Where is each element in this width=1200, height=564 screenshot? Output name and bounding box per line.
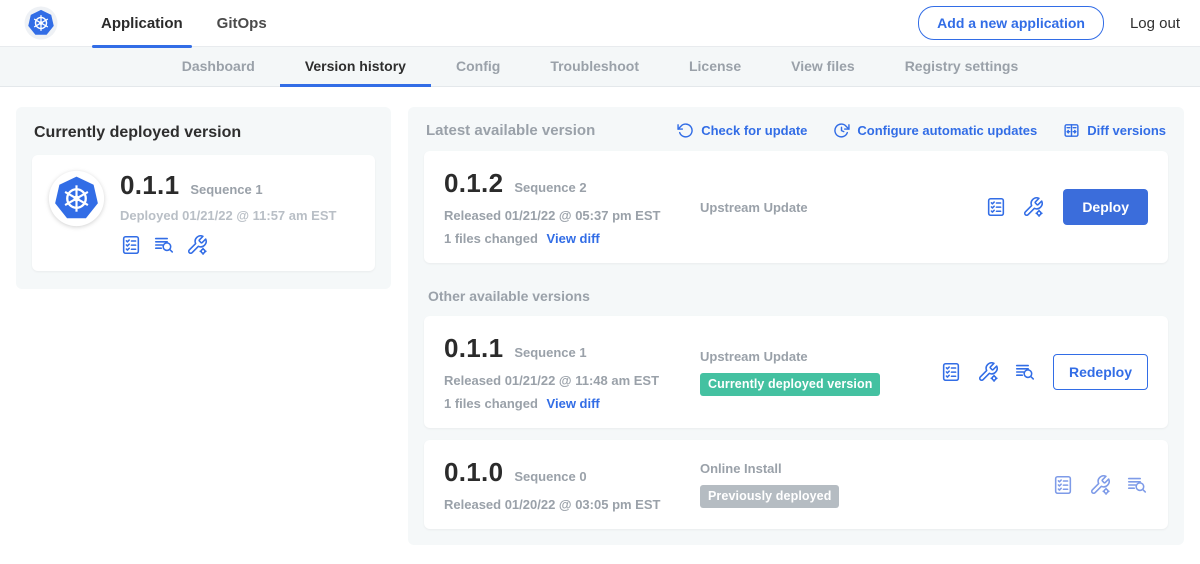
currently-deployed-badge: Currently deployed version	[700, 373, 880, 396]
version-row-0-1-1: 0.1.1 Sequence 1 Released 01/21/22 @ 11:…	[424, 316, 1168, 428]
main-content: Currently deployed version 0.1.1 Sequenc…	[0, 87, 1200, 545]
diff-icon	[1063, 122, 1080, 139]
current-sequence-label: Sequence 1	[190, 182, 262, 197]
subnav-tab-view-files[interactable]: View files	[766, 47, 880, 87]
version-source: Upstream Update	[700, 200, 985, 215]
tab-application[interactable]: Application	[84, 0, 200, 47]
current-version-info: 0.1.1 Sequence 1 Deployed 01/21/22 @ 11:…	[120, 170, 336, 256]
version-number: 0.1.2	[444, 168, 503, 199]
latest-available-title: Latest available version	[426, 122, 595, 139]
version-row-0-1-2: 0.1.2 Sequence 2 Released 01/21/22 @ 05:…	[424, 151, 1168, 263]
subnav-tab-license[interactable]: License	[664, 47, 766, 87]
edit-config-icon[interactable]	[977, 361, 999, 383]
source-label: Online Install	[700, 461, 1052, 476]
files-changed-label: 1 files changed	[444, 396, 538, 411]
app-kubernetes-icon	[48, 170, 105, 227]
current-version-card: 0.1.1 Sequence 1 Deployed 01/21/22 @ 11:…	[32, 155, 375, 271]
version-source: Upstream Update Currently deployed versi…	[700, 349, 940, 396]
currently-deployed-panel: Currently deployed version 0.1.1 Sequenc…	[16, 107, 391, 289]
version-row-0-1-0: 0.1.0 Sequence 0 Released 01/20/22 @ 03:…	[424, 440, 1168, 529]
edit-config-icon[interactable]	[186, 234, 208, 256]
subnav-tab-registry-settings[interactable]: Registry settings	[880, 47, 1044, 87]
diff-versions-link[interactable]: Diff versions	[1063, 122, 1166, 139]
current-version-number: 0.1.1	[120, 170, 179, 201]
version-number: 0.1.1	[444, 333, 503, 364]
latest-available-header: Latest available version Check for updat…	[424, 120, 1168, 151]
version-history-panel: Latest available version Check for updat…	[408, 107, 1184, 545]
released-timestamp: Released 01/20/22 @ 03:05 pm EST	[444, 497, 700, 512]
logout-button[interactable]: Log out	[1128, 11, 1182, 36]
view-logs-icon[interactable]	[1126, 474, 1148, 496]
view-diff-link[interactable]: View diff	[547, 396, 600, 411]
view-logs-icon[interactable]	[1014, 361, 1036, 383]
app-subnav: Dashboard Version history Config Trouble…	[0, 47, 1200, 87]
edit-config-icon[interactable]	[1089, 474, 1111, 496]
sequence-label: Sequence 0	[514, 469, 586, 484]
currently-deployed-title: Currently deployed version	[34, 124, 373, 142]
view-diff-link[interactable]: View diff	[547, 231, 600, 246]
current-deployed-timestamp: Deployed 01/21/22 @ 11:57 am EST	[120, 208, 336, 223]
subnav-tab-config[interactable]: Config	[431, 47, 525, 87]
deploy-button[interactable]: Deploy	[1063, 189, 1148, 225]
refresh-clock-icon	[833, 122, 850, 139]
sequence-label: Sequence 1	[514, 345, 586, 360]
subnav-tab-version-history[interactable]: Version history	[280, 47, 431, 87]
released-timestamp: Released 01/21/22 @ 11:48 am EST	[444, 373, 700, 388]
release-notes-icon[interactable]	[985, 196, 1007, 218]
version-info: 0.1.2 Sequence 2 Released 01/21/22 @ 05:…	[444, 168, 700, 246]
version-info: 0.1.1 Sequence 1 Released 01/21/22 @ 11:…	[444, 333, 700, 411]
source-label: Upstream Update	[700, 200, 985, 215]
subnav-tab-dashboard[interactable]: Dashboard	[157, 47, 280, 87]
view-logs-icon[interactable]	[153, 234, 175, 256]
check-for-update-link[interactable]: Check for update	[677, 122, 807, 139]
edit-config-icon[interactable]	[1022, 196, 1044, 218]
redeploy-button[interactable]: Redeploy	[1053, 354, 1148, 390]
version-info: 0.1.0 Sequence 0 Released 01/20/22 @ 03:…	[444, 457, 700, 512]
add-application-button[interactable]: Add a new application	[918, 6, 1104, 40]
version-number: 0.1.0	[444, 457, 503, 488]
subnav-tab-troubleshoot[interactable]: Troubleshoot	[525, 47, 664, 87]
tab-gitops[interactable]: GitOps	[200, 0, 284, 47]
check-for-update-label: Check for update	[701, 123, 807, 138]
released-timestamp: Released 01/21/22 @ 05:37 pm EST	[444, 208, 700, 223]
release-notes-icon[interactable]	[120, 234, 142, 256]
configure-automatic-updates-link[interactable]: Configure automatic updates	[833, 122, 1037, 139]
version-source: Online Install Previously deployed	[700, 461, 1052, 508]
kubernetes-logo-icon	[24, 6, 58, 40]
refresh-icon	[677, 122, 694, 139]
release-notes-icon[interactable]	[1052, 474, 1074, 496]
release-notes-icon[interactable]	[940, 361, 962, 383]
sequence-label: Sequence 2	[514, 180, 586, 195]
app-header: Application GitOps Add a new application…	[0, 0, 1200, 47]
files-changed-label: 1 files changed	[444, 231, 538, 246]
other-versions-title: Other available versions	[428, 288, 1164, 304]
configure-automatic-updates-label: Configure automatic updates	[857, 123, 1037, 138]
previously-deployed-badge: Previously deployed	[700, 485, 839, 508]
source-label: Upstream Update	[700, 349, 940, 364]
diff-versions-label: Diff versions	[1087, 123, 1166, 138]
